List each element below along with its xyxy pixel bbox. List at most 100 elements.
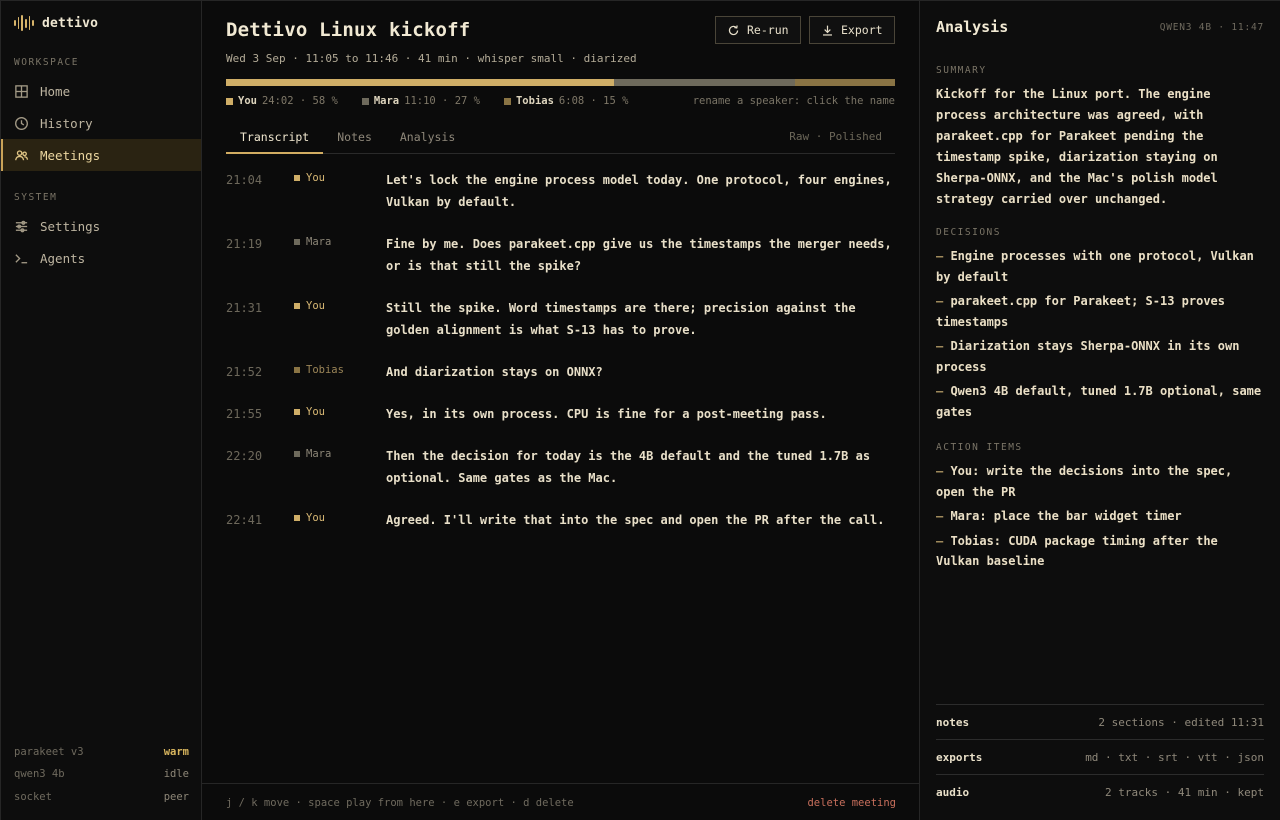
timestamp[interactable]: 22:41 [226, 513, 262, 527]
timestamp[interactable]: 21:04 [226, 173, 262, 187]
speaker-you[interactable]: You 24:02 · 58 % [226, 95, 338, 107]
app-name: dettivo [42, 15, 99, 31]
status-name: socket [14, 791, 52, 803]
speaker-tag[interactable]: Mara [294, 236, 331, 248]
item-text: Diarization stays Sherpa-ONNX in its own… [936, 339, 1240, 374]
dash-bullet: – [936, 533, 951, 548]
speaker-name: You [306, 172, 325, 184]
timestamp[interactable]: 21:52 [226, 365, 262, 379]
action-item: – You: write the decisions into the spec… [936, 461, 1266, 502]
rerun-button[interactable]: Re-run [715, 16, 801, 44]
timestamp[interactable]: 22:20 [226, 449, 262, 463]
status-value: idle [163, 768, 189, 780]
exports-row[interactable]: exports md · txt · srt · vtt · json [936, 739, 1264, 774]
sidebar-item-meetings[interactable]: Meetings [1, 139, 201, 171]
speaker-color-swatch [226, 97, 233, 105]
sidebar: dettivo WORKSPACE Home History Meetings … [1, 1, 202, 820]
workspace-section-label: WORKSPACE [14, 57, 79, 68]
dash-bullet: – [936, 294, 951, 308]
waveform-logo-icon [14, 15, 35, 31]
sidebar-item-label: Meetings [40, 147, 101, 163]
speaker-tobias[interactable]: Tobias 6:08 · 15 % [503, 95, 629, 107]
tab-analysis[interactable]: Analysis [386, 125, 469, 154]
action-items-list: – You: write the decisions into the spec… [936, 461, 1266, 576]
speaker-name: You [306, 300, 325, 312]
speaker-color-swatch [294, 515, 300, 521]
tab-transcript[interactable]: Transcript [226, 125, 324, 154]
export-label: Export [841, 23, 883, 37]
row-value: 2 sections · edited 11:31 [1098, 715, 1264, 729]
page-title: Dettivo Linux kickoff [226, 19, 471, 41]
speaker-name[interactable]: Tobias [516, 95, 554, 107]
status-name: qwen3 4b [14, 768, 65, 780]
refresh-icon [728, 24, 739, 35]
timestamp[interactable]: 21:55 [226, 407, 262, 421]
speaker-name[interactable]: You [238, 95, 257, 107]
item-text: Engine processes with one protocol, Vulk… [936, 249, 1254, 284]
dash-bullet: – [936, 249, 951, 263]
utterance-text: Agreed. I'll write that into the spec an… [386, 513, 885, 527]
speaker-name: Mara [306, 236, 332, 248]
polished-toggle[interactable]: Polished [829, 130, 882, 143]
speaker-color-swatch [294, 303, 300, 309]
decision-item: – Engine processes with one protocol, Vu… [936, 246, 1266, 287]
speaker-name: You [306, 512, 325, 524]
sidebar-item-history[interactable]: History [1, 107, 201, 139]
notes-row[interactable]: notes 2 sections · edited 11:31 [936, 704, 1264, 739]
action-items-label: ACTION ITEMS [936, 442, 1023, 453]
rename-hint: rename a speaker: click the name [692, 95, 895, 107]
speaker-name: Mara [306, 448, 332, 460]
speaker-tag[interactable]: Mara [294, 448, 331, 460]
share-segment-mara [614, 79, 795, 86]
speaker-color-swatch [294, 175, 300, 181]
speaker-tag[interactable]: You [294, 512, 325, 524]
rerun-label: Re-run [747, 23, 789, 37]
item-text: Tobias: CUDA package timing after the Vu… [936, 533, 1218, 569]
speaker-stats: 24:02 · 58 % [261, 95, 338, 107]
speaker-stats: 6:08 · 15 % [558, 95, 629, 107]
item-text: You: write the decisions into the spec, … [936, 464, 1233, 499]
speaker-color-swatch [503, 97, 511, 105]
tab-notes[interactable]: Notes [323, 125, 386, 154]
timestamp[interactable]: 21:31 [226, 301, 262, 315]
action-item: – Mara: place the bar widget timer [936, 506, 1266, 527]
sidebar-item-settings[interactable]: Settings [1, 210, 201, 242]
audio-row[interactable]: audio 2 tracks · 41 min · kept [936, 774, 1264, 809]
people-icon [15, 149, 29, 160]
analysis-panel: Analysis QWEN3 4B · 11:47 SUMMARY Kickof… [920, 1, 1280, 820]
utterance-text: Still the spike. Word timestamps are the… [386, 301, 856, 337]
speaker-tag[interactable]: You [294, 172, 325, 184]
analysis-title: Analysis [936, 18, 1009, 36]
timestamp[interactable]: 21:19 [226, 237, 262, 251]
app-window: dettivo WORKSPACE Home History Meetings … [0, 0, 1280, 820]
status-name: parakeet v3 [14, 746, 84, 758]
sidebar-item-label: Agents [40, 250, 86, 266]
delete-meeting-button[interactable]: delete meeting [807, 797, 896, 809]
engine-status-qwen: qwen3 4b idle [14, 768, 189, 780]
summary-text: Kickoff for the Linux port. The engine p… [936, 87, 1218, 206]
raw-toggle[interactable]: Raw [789, 130, 809, 143]
sidebar-item-home[interactable]: Home [1, 75, 201, 107]
tab-bar: Transcript Notes Analysis Raw · Polished [226, 125, 895, 154]
speaker-mara[interactable]: Mara 11:10 · 27 % [361, 95, 480, 107]
export-button[interactable]: Export [809, 16, 895, 44]
status-value: peer [163, 791, 189, 803]
speaker-legend: You 24:02 · 58 % Mara 11:10 · 27 % Tobia… [226, 95, 895, 107]
keyboard-hints: j / k move · space play from here · e ex… [226, 796, 574, 809]
item-text: parakeet.cpp for Parakeet; S-13 proves t… [936, 294, 1225, 329]
utterance-text: Then the decision for today is the 4B de… [386, 449, 871, 485]
speaker-tag[interactable]: Tobias [294, 364, 344, 376]
system-section-label: SYSTEM [14, 192, 58, 203]
speaker-name[interactable]: Mara [374, 95, 399, 107]
dash-bullet: – [936, 384, 951, 398]
share-segment-you [226, 79, 615, 86]
sidebar-item-label: Settings [40, 218, 101, 234]
download-icon [823, 25, 832, 36]
speaker-tag[interactable]: You [294, 406, 325, 418]
brand[interactable]: dettivo [14, 15, 98, 31]
sidebar-item-agents[interactable]: Agents [1, 242, 201, 274]
item-text: Mara: place the bar widget timer [950, 509, 1182, 523]
speaker-tag[interactable]: You [294, 300, 325, 312]
speaker-color-swatch [294, 451, 300, 457]
share-segment-tobias [794, 79, 895, 86]
